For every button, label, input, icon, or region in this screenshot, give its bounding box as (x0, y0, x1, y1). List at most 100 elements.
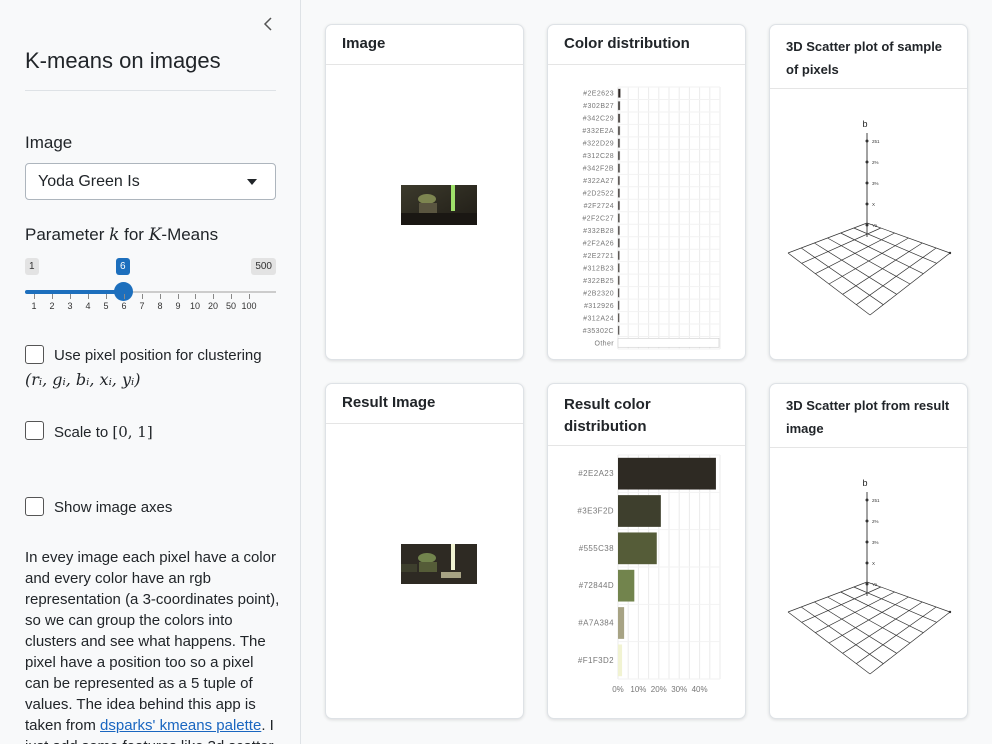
x-tick-label: 0% (612, 355, 624, 356)
x-tick-label: 20% (651, 685, 667, 694)
z-axis-label: b (862, 119, 867, 129)
bar (617, 300, 620, 311)
category-label: #2F2C27 (582, 216, 614, 223)
slider-tick-label: 3 (67, 301, 73, 311)
slider-tick (178, 294, 179, 299)
bar (617, 175, 621, 186)
category-label: #2D2522 (583, 191, 614, 198)
scale-label: Scale to [0, 1] (54, 423, 153, 441)
result-color-title: Result color distribution (548, 384, 745, 446)
color-distribution-title: Color distribution (548, 25, 745, 65)
image-select[interactable]: Yoda Green Is (25, 163, 276, 200)
bar (617, 88, 621, 99)
caret-down-icon (247, 179, 257, 185)
slider-tick-label: 20 (207, 301, 219, 311)
category-label: #312C28 (583, 153, 614, 160)
slider-tick (124, 294, 125, 299)
z-tick-label: 3% (872, 181, 879, 186)
collapse-sidebar-button[interactable] (261, 14, 277, 34)
bar (617, 100, 621, 111)
floor-grid-line (869, 252, 951, 316)
z-tick (865, 202, 869, 206)
slider-tick (70, 294, 71, 299)
category-label: #72844D (579, 581, 614, 590)
bar (617, 325, 620, 336)
k-slider[interactable]: 1 6 500 1 2 3 4 5 6 7 8 9 10 20 50 100 (25, 258, 276, 318)
title-divider (25, 90, 276, 91)
slider-tick (213, 294, 214, 299)
scatter-sample-plot: b2512%3%XYa (787, 119, 952, 316)
z-tick (865, 540, 869, 544)
x-tick-label: 0% (612, 685, 624, 694)
bar (617, 188, 621, 198)
scatter-result-title: 3D Scatter plot from result image (770, 384, 967, 448)
show-axes-label: Show image axes (54, 499, 173, 516)
description-paragraph: In evey image each pixel have a color an… (25, 549, 280, 744)
slider-tick (249, 294, 250, 299)
result-image-title: Result Image (326, 384, 523, 424)
slider-tick (52, 294, 53, 299)
chevron-left-icon (263, 17, 272, 31)
bar (617, 275, 620, 286)
bar (617, 200, 621, 211)
category-label: #312B23 (583, 265, 614, 272)
bar (617, 288, 620, 298)
z-tick (865, 519, 869, 523)
category-label: #3E3F2D (577, 507, 614, 516)
slider-tick (106, 294, 107, 299)
bar (617, 313, 620, 323)
x-tick-label: 40% (692, 685, 708, 694)
dsparks-link[interactable]: dsparks' kmeans palette (100, 717, 261, 734)
slider-min-label: 1 (25, 258, 39, 275)
source-image (401, 185, 477, 225)
slider-tick (231, 294, 232, 299)
slider-tick-label: 100 (241, 301, 257, 311)
slider-tick-label: 2 (49, 301, 55, 311)
color-distribution-card: Color distribution #2E2623 #302B27 #342C29… (547, 24, 746, 360)
x-tick-label: 75% (686, 355, 702, 356)
slider-tick-label: 10 (189, 301, 201, 311)
image-label: Image (25, 133, 73, 152)
bar (617, 113, 621, 123)
category-label: #2F2A26 (583, 240, 614, 247)
category-label: #35302C (583, 328, 614, 335)
axis-end-marker (948, 610, 952, 614)
category-label: #322D29 (583, 141, 614, 148)
bar (617, 225, 620, 236)
scatter-sample-card: 3D Scatter plot of sample of pixels b 251 2… (769, 24, 968, 360)
slider-tick (142, 294, 143, 299)
result-image (401, 544, 477, 584)
k-parameter-label: Parameter k for K-Means (25, 225, 219, 245)
z-axis-label: b (862, 478, 867, 488)
sidebar: K-means on images Image Yoda Green Is Pa… (0, 0, 301, 744)
bar (617, 337, 720, 348)
category-label: #322B25 (583, 278, 614, 285)
slider-tick-label: 7 (139, 301, 145, 311)
floor-grid-line (842, 242, 923, 295)
x-tick-label: 25% (635, 355, 651, 356)
z-tick-label: X (872, 202, 875, 207)
bar (617, 250, 620, 261)
main-panel: Image Color distribution #2E2623 #302B27 #… (302, 0, 992, 744)
slider-tick-label: 50 (225, 301, 237, 311)
x-tick-label: 50% (661, 355, 677, 356)
pixel-tuple-math: (rᵢ, gᵢ, bᵢ, xᵢ, yᵢ) (25, 370, 141, 389)
result-image-card: Result Image (325, 383, 524, 719)
slider-tick-label: 6 (121, 301, 127, 311)
z-tick (865, 582, 869, 586)
category-label: #342F2B (583, 166, 614, 173)
category-label: #332E2A (582, 128, 614, 135)
slider-max-label: 500 (251, 258, 276, 275)
floor-grid-line (866, 581, 951, 613)
category-label: #312A24 (583, 315, 614, 322)
slider-tick-label: 5 (103, 301, 109, 311)
category-label: #F1F3D2 (578, 656, 614, 665)
scatter-result-card: 3D Scatter plot from result image b 251 2% 3… (769, 383, 968, 719)
category-label: #332B28 (583, 228, 614, 235)
result-color-chart: #2E2A23 #3E3F2D #555C38 #72844D #A7A384 #F1F3… (577, 454, 721, 694)
z-tick (865, 181, 869, 185)
category-label: #312926 (584, 303, 614, 310)
bar (617, 263, 620, 273)
category-label: #2E2623 (583, 91, 614, 98)
bar (617, 238, 620, 248)
